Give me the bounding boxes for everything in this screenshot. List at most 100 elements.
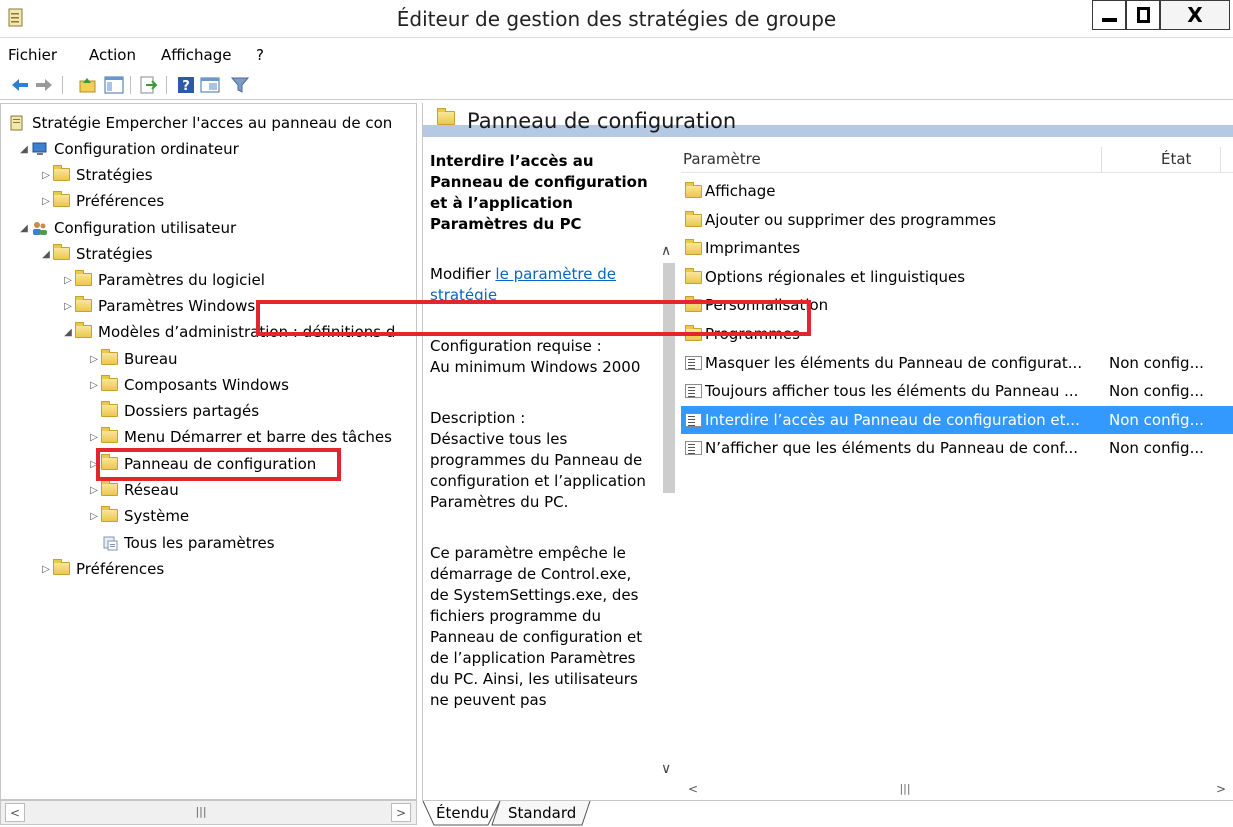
expand-arrow-icon[interactable]: ▷ [87,511,101,522]
scroll-thumb[interactable] [663,263,675,493]
description-label: Description : [430,409,526,427]
collapse-arrow-icon[interactable]: ◢ [17,223,31,234]
collapse-arrow-icon[interactable]: ◢ [39,249,53,260]
scroll-right-icon[interactable]: > [1211,780,1231,799]
maximize-button[interactable] [1126,0,1160,30]
expand-arrow-icon[interactable]: ▷ [87,432,101,443]
tree-item-shared-folders[interactable]: Dossiers partagés [101,398,259,424]
collapse-arrow-icon[interactable]: ◢ [61,327,75,338]
tab-etendu[interactable]: Étendu [436,804,489,822]
folder-icon [101,375,119,393]
window-title: Éditeur de gestion des stratégies de gro… [396,7,837,31]
tree-label: Préférences [76,192,165,210]
view-tabs: Étendu Standard [422,800,1233,827]
list-row[interactable]: Interdire l’accès au Panneau de configur… [681,405,1233,434]
expand-arrow-icon[interactable]: ▷ [87,485,101,496]
scroll-left-icon[interactable]: < [683,780,703,799]
folder-icon [75,296,93,314]
description-text: Désactive tous les programmes du Panneau… [430,430,646,511]
policy-setting-icon [685,441,702,456]
close-button[interactable]: X [1160,0,1230,30]
list-horizontal-scrollbar[interactable]: < ||| > [681,778,1233,800]
tree-item-all-settings[interactable]: Tous les paramètres [101,530,275,556]
details-title: Panneau de configuration [467,109,737,133]
list-row[interactable]: Masquer les éléments du Panneau de confi… [681,349,1233,377]
details-text: Ce paramètre empêche le démarrage de Con… [430,544,643,709]
description-panel: Interdire l’accès au Panneau de configur… [423,139,659,800]
scroll-up-icon[interactable]: ∧ [661,243,671,259]
collapse-arrow-icon[interactable]: ◢ [17,144,31,155]
folder-icon [75,270,93,288]
menu-fichier[interactable]: Fichier [8,46,57,64]
show-tree-icon[interactable] [104,75,124,95]
help-icon[interactable]: ? [176,75,196,95]
back-icon[interactable] [10,75,30,95]
expand-arrow-icon[interactable]: ▷ [39,564,53,575]
policy-setting-icon [685,412,702,427]
scroll-right-icon[interactable]: > [391,803,411,822]
column-header-etat[interactable]: État [1161,150,1191,168]
scroll-down-icon[interactable]: ∨ [661,761,671,777]
up-folder-icon[interactable] [78,75,98,95]
all-settings-icon [101,535,119,551]
folder-icon [101,401,119,419]
setting-state: Non config... [1109,353,1204,372]
filter-icon[interactable] [230,75,250,95]
tree-item-cc-strategies[interactable]: ▷ Stratégies [39,162,153,188]
menu-affichage[interactable]: Affichage [161,46,231,64]
folder-icon [685,239,702,256]
tree-item-windows-settings[interactable]: ▷ Paramètres Windows [61,293,255,319]
tree-label: Dossiers partagés [124,402,260,420]
column-header-parametre[interactable]: Paramètre [683,150,761,168]
tree-item-computer-config[interactable]: ◢ Configuration ordinateur [17,136,239,162]
tree-label: Bureau [124,350,178,368]
expand-arrow-icon[interactable]: ▷ [61,275,75,286]
tree-horizontal-scrollbar[interactable]: < ||| > [0,800,417,825]
description-block: Description : Désactive tous les program… [430,408,651,513]
setting-name: Interdire l’accès au Panneau de configur… [705,410,1080,429]
policy-setting-icon [685,384,702,399]
tree-item-uc-strategies[interactable]: ◢ Stratégies [39,241,153,267]
users-icon [31,220,49,236]
tree-item-desktop[interactable]: ▷ Bureau [87,346,178,372]
tab-standard[interactable]: Standard [508,804,576,822]
list-row[interactable]: Imprimantes [681,234,1233,262]
scroll-thumb[interactable]: ||| [25,806,377,818]
expand-arrow-icon[interactable]: ▷ [39,196,53,207]
expand-arrow-icon[interactable]: ▷ [39,170,53,181]
export-icon[interactable] [138,75,158,95]
expand-arrow-icon[interactable]: ▷ [61,301,75,312]
folder-icon [101,349,119,367]
folder-icon [53,165,71,183]
expand-arrow-icon[interactable]: ▷ [87,380,101,391]
list-row[interactable]: Ajouter ou supprimer des programmes [681,206,1233,234]
scroll-thumb[interactable]: ||| [705,783,1105,795]
tree-item-start-menu[interactable]: ▷ Menu Démarrer et barre des tâches [87,424,392,450]
tree-label: Stratégies [76,245,153,263]
properties-icon[interactable] [200,75,220,95]
forward-icon[interactable] [34,75,54,95]
expand-arrow-icon[interactable]: ▷ [87,354,101,365]
tree-item-windows-components[interactable]: ▷ Composants Windows [87,372,289,398]
tree-label: Préférences [76,560,165,578]
tree-item-user-config[interactable]: ◢ Configuration utilisateur [17,215,236,241]
menu-help[interactable]: ? [256,46,264,64]
list-row[interactable]: Options régionales et linguistiques [681,263,1233,291]
folder-icon [101,480,119,498]
tree-root-item[interactable]: Stratégie Empercher l'acces au panneau d… [9,110,392,136]
gpo-document-icon [9,115,27,131]
tree-item-software-settings[interactable]: ▷ Paramètres du logiciel [61,267,265,293]
tree-item-uc-preferences[interactable]: ▷ Préférences [39,556,164,582]
scroll-left-icon[interactable]: < [5,803,25,822]
list-row[interactable]: Affichage [681,177,1233,205]
red-highlight-box-list [256,300,811,336]
tree-item-cc-preferences[interactable]: ▷ Préférences [39,188,164,214]
tree-item-system[interactable]: ▷ Système [87,503,189,529]
list-row[interactable]: Toujours afficher tous les éléments du P… [681,377,1233,405]
policy-title: Interdire l’accès au Panneau de configur… [430,152,648,233]
folder-icon [101,506,119,524]
menu-action[interactable]: Action [89,46,136,64]
tree-label: Paramètres du logiciel [98,271,265,289]
minimize-button[interactable] [1092,0,1126,30]
list-row[interactable]: N’afficher que les éléments du Panneau d… [681,434,1233,462]
